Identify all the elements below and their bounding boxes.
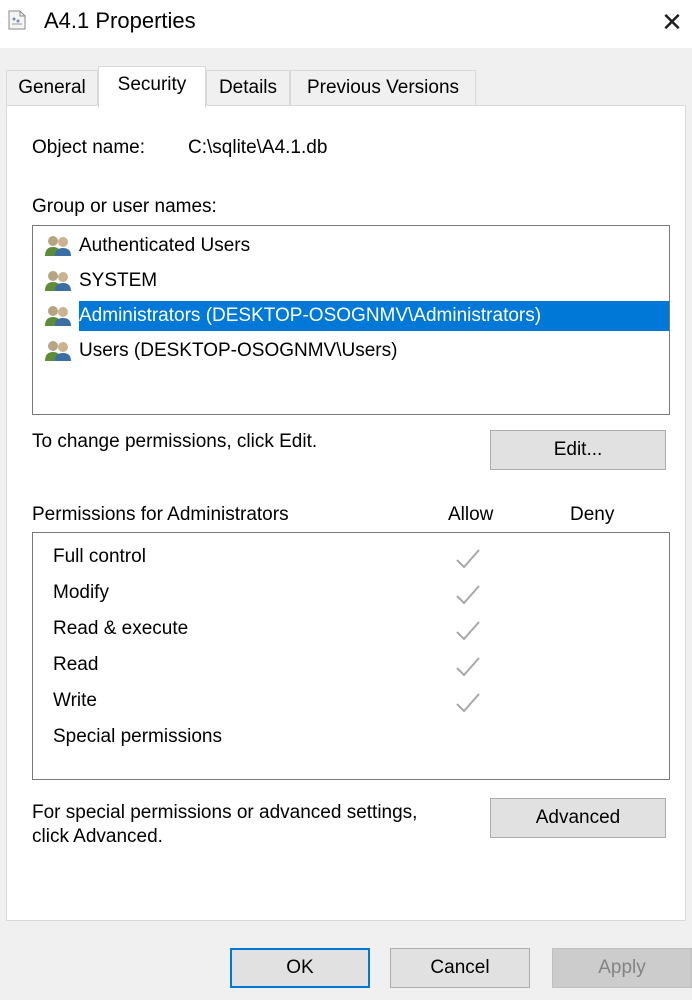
permission-row-special: Special permissions	[33, 722, 675, 756]
users-group-icon	[45, 306, 71, 326]
permission-name: Read & execute	[53, 618, 189, 639]
title-bar: A4.1 Properties ✕	[0, 0, 692, 48]
permission-name: Full control	[53, 546, 146, 567]
cancel-button[interactable]: Cancel	[390, 948, 530, 988]
users-group-icon	[45, 271, 71, 291]
tab-label: General	[18, 77, 86, 98]
user-name: Administrators (DESKTOP-OSOGNMV\Administ…	[79, 305, 542, 326]
group-names-label: Group or user names:	[32, 196, 217, 217]
advanced-hint-line2: click Advanced.	[32, 826, 163, 847]
tab-strip: General Security Details Previous Versio…	[0, 66, 692, 108]
tab-previous-versions[interactable]: Previous Versions	[290, 70, 476, 106]
list-item-system[interactable]: SYSTEM	[41, 266, 669, 296]
edit-button[interactable]: Edit...	[490, 430, 666, 470]
ok-button[interactable]: OK	[230, 948, 370, 988]
users-group-icon	[45, 236, 71, 256]
deny-header: Deny	[570, 504, 615, 525]
dialog-body: General Security Details Previous Versio…	[0, 48, 692, 1000]
permissions-list: Full control Modify Read & execute Read …	[32, 532, 670, 780]
checkmark-icon	[456, 657, 480, 677]
permission-name: Write	[53, 690, 97, 711]
list-item-authenticated-users[interactable]: Authenticated Users	[41, 231, 669, 261]
advanced-hint-line1: For special permissions or advanced sett…	[32, 802, 418, 823]
object-name-label: Object name:	[32, 137, 145, 158]
permission-row-write: Write	[33, 686, 675, 720]
permission-name: Special permissions	[53, 726, 222, 747]
apply-button-label: Apply	[598, 957, 646, 978]
users-group-icon	[45, 341, 71, 361]
apply-button[interactable]: Apply	[552, 948, 692, 988]
advanced-button[interactable]: Advanced	[490, 798, 666, 838]
checkmark-icon	[456, 693, 480, 713]
allow-header: Allow	[448, 504, 494, 525]
window-title: A4.1 Properties	[44, 8, 196, 33]
users-listbox[interactable]: Authenticated Users SYSTEM Administrator…	[32, 225, 670, 415]
checkmark-icon	[456, 621, 480, 641]
close-icon: ✕	[661, 7, 683, 37]
permission-row-full-control: Full control	[33, 542, 675, 576]
object-name-value: C:\sqlite\A4.1.db	[188, 137, 328, 158]
checkmark-icon	[456, 549, 480, 569]
user-name: Users (DESKTOP-OSOGNMV\Users)	[79, 340, 398, 361]
tab-security[interactable]: Security	[98, 66, 206, 108]
cancel-button-label: Cancel	[430, 957, 490, 978]
close-button[interactable]: ✕	[652, 2, 692, 42]
checkmark-icon	[456, 585, 480, 605]
permission-row-read-execute: Read & execute	[33, 614, 675, 648]
ok-button-label: OK	[286, 957, 314, 978]
tab-label: Security	[117, 74, 187, 95]
permissions-label: Permissions for Administrators	[32, 504, 289, 525]
tab-details[interactable]: Details	[206, 70, 290, 106]
user-name: Authenticated Users	[79, 235, 251, 256]
advanced-button-label: Advanced	[535, 807, 621, 828]
change-permissions-hint: To change permissions, click Edit.	[32, 431, 318, 452]
permission-name: Modify	[53, 582, 109, 603]
tab-label: Previous Versions	[306, 77, 460, 98]
list-item-administrators[interactable]: Administrators (DESKTOP-OSOGNMV\Administ…	[41, 301, 669, 331]
list-item-users[interactable]: Users (DESKTOP-OSOGNMV\Users)	[41, 336, 669, 366]
file-icon	[8, 10, 26, 30]
edit-button-label: Edit...	[553, 439, 603, 460]
permission-row-read: Read	[33, 650, 675, 684]
permission-row-modify: Modify	[33, 578, 675, 612]
tab-general[interactable]: General	[6, 70, 98, 106]
tab-label: Details	[218, 77, 278, 98]
user-name: SYSTEM	[79, 270, 158, 291]
permission-name: Read	[53, 654, 99, 675]
